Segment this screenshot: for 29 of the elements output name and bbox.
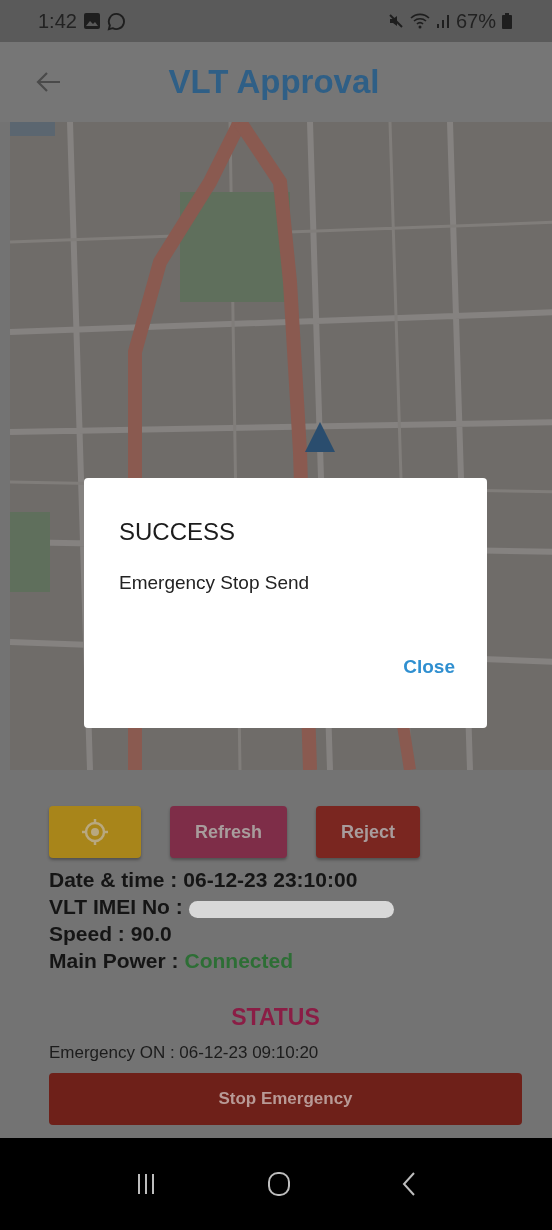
battery-icon: [502, 13, 512, 29]
target-icon: [81, 818, 109, 846]
chat-bubble-icon: [106, 11, 126, 31]
detail-label: Main Power :: [49, 948, 179, 974]
reject-button[interactable]: Reject: [316, 806, 420, 858]
detail-value: 06-12-23 23:10:00: [183, 867, 358, 893]
detail-label: Speed :: [49, 921, 125, 947]
back-arrow-icon: [36, 71, 62, 93]
signal-icon: [435, 13, 450, 29]
detail-value: 90.0: [130, 921, 172, 947]
status-heading: STATUS: [230, 1004, 321, 1031]
detail-value: Connected: [184, 948, 294, 974]
mute-icon: [387, 13, 404, 29]
detail-label: Date & time :: [49, 867, 178, 893]
image-icon: [82, 12, 101, 30]
stop-emergency-button[interactable]: Stop Emergency: [49, 1073, 522, 1125]
dialog-title: SUCCESS: [119, 518, 237, 546]
dialog-message: Emergency Stop Send: [119, 572, 311, 594]
detail-label: VLT IMEI No :: [49, 894, 183, 920]
battery-percent: 67%: [455, 9, 496, 33]
home-icon[interactable]: [268, 1172, 290, 1196]
emergency-status-text: Emergency ON : 06-12-23 09:10:20: [49, 1043, 320, 1063]
wifi-icon: [409, 13, 430, 29]
clock-time: 1:42: [38, 9, 77, 33]
screen-title: VLT Approval: [167, 63, 381, 101]
close-button[interactable]: Close: [403, 652, 455, 682]
back-icon[interactable]: [402, 1172, 416, 1196]
recent-apps-icon[interactable]: [136, 1173, 156, 1195]
refresh-button[interactable]: Refresh: [170, 806, 287, 858]
